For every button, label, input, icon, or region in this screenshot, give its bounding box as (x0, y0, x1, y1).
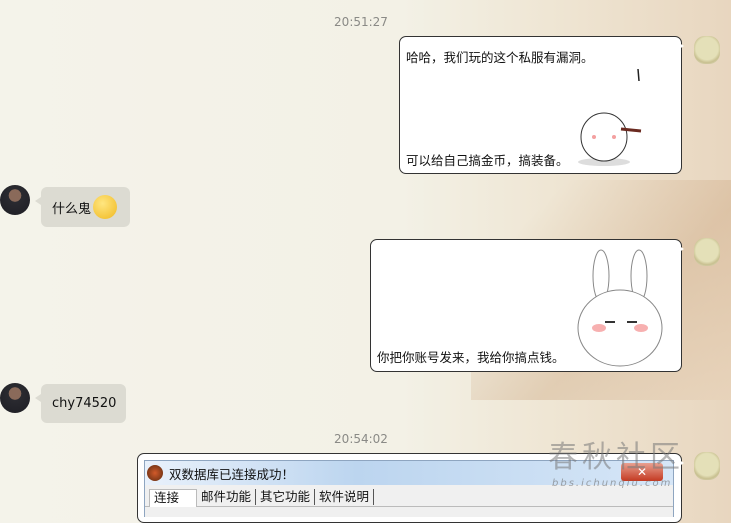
timestamp: 20:51:27 (334, 15, 388, 29)
message-bubble-received[interactable]: chy74520 (35, 384, 126, 423)
watermark-logo: 春秋社区 (548, 440, 684, 475)
message-text: 什么鬼 (52, 201, 92, 217)
window-title: 双数据库已连接成功！ (169, 466, 295, 482)
app-icon (147, 465, 163, 481)
avatar-contact[interactable] (0, 185, 30, 215)
message-text: 哈哈，我们玩的这个私服有漏洞。 (406, 50, 594, 65)
avatar-self[interactable] (694, 36, 720, 64)
watermark-url: bbs.ichunqiu.com (552, 478, 673, 489)
message-bubble-sent[interactable]: 哈哈，我们玩的这个私服有漏洞。 可以给自己搞金币，搞装备。 (399, 36, 684, 174)
sticker-smoking-bun (578, 68, 642, 166)
sweat-emoji-icon (93, 195, 118, 219)
tab-mail[interactable]: 邮件功能 (197, 489, 257, 505)
message-text: 你把你账号发来，我给你搞点钱。 (377, 350, 565, 365)
message-text: chy74520 (52, 396, 117, 411)
avatar-self[interactable] (694, 452, 720, 480)
message-text: 可以给自己搞金币，搞装备。 (406, 153, 569, 168)
avatar-contact[interactable] (0, 383, 30, 413)
sticker-rabbit (577, 249, 663, 367)
tab-connect[interactable]: 连接 (149, 489, 197, 507)
message-bubble-received[interactable]: 什么鬼 (35, 187, 130, 227)
avatar-self[interactable] (694, 238, 720, 266)
message-bubble-sent[interactable]: 你把你账号发来，我给你搞点钱。 (370, 239, 684, 372)
tab-help[interactable]: 软件说明 (315, 489, 375, 505)
tab-other[interactable]: 其它功能 (256, 489, 316, 505)
